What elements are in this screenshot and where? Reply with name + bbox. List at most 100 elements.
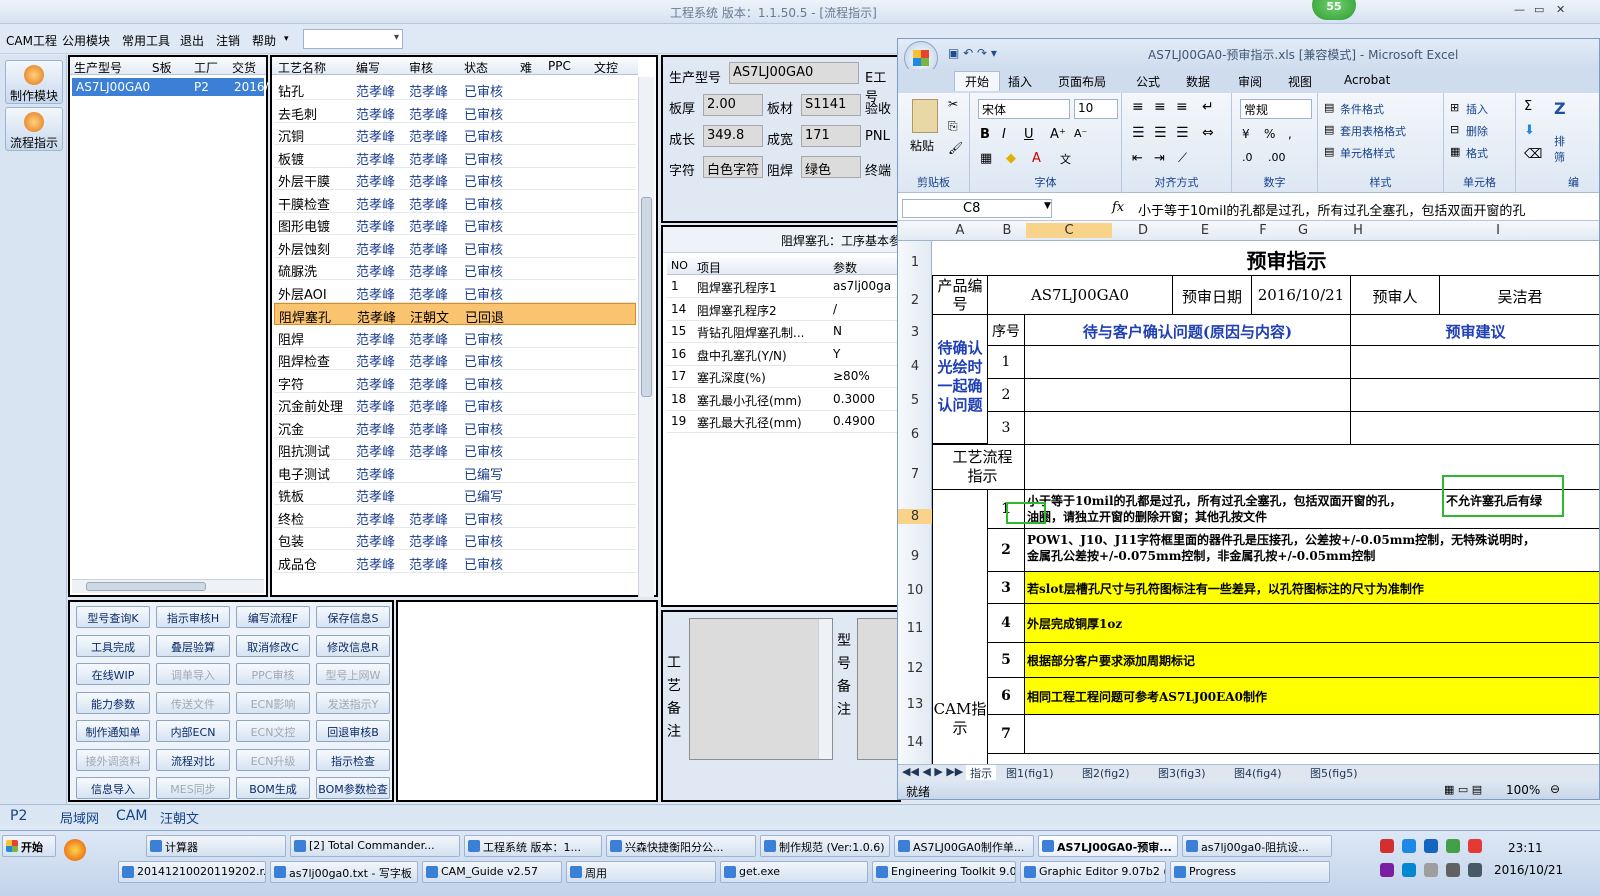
sheet-tab[interactable]: 图3(fig3) — [1158, 765, 1206, 781]
column-header[interactable]: B — [988, 223, 1026, 238]
taskbar-button[interactable]: 兴森快捷衡阳分公... — [606, 835, 756, 857]
table-row[interactable]: 15 背钻孔阻焊塞孔制... N — [667, 321, 899, 343]
action-button[interactable]: 指示审核H — [156, 606, 230, 628]
col-factory[interactable]: 工厂 — [194, 59, 218, 76]
col-process-name[interactable]: 工艺名称 — [278, 59, 326, 76]
tab-p2[interactable]: P2 — [10, 808, 27, 824]
tab-4[interactable]: 数据 — [1186, 73, 1210, 90]
model-hscrollbar[interactable] — [72, 579, 264, 593]
action-button[interactable]: BOM生成 — [236, 777, 310, 799]
table-row[interactable]: 沉铜 范孝峰 范孝峰 已审核 — [274, 123, 636, 145]
underline-icon[interactable]: U — [1024, 127, 1034, 142]
action-button[interactable]: MES同步 — [156, 777, 230, 799]
char-field[interactable]: 白色字符 — [703, 156, 763, 178]
grow-font-icon[interactable]: A⁺ — [1050, 127, 1066, 142]
table-row[interactable]: 包装 范孝峰 范孝峰 已审核 — [274, 528, 636, 550]
cell-styles-button[interactable]: 单元格样式 — [1340, 145, 1395, 161]
tab-cam[interactable]: CAM — [116, 808, 147, 824]
table-row[interactable]: 阻焊检查 范孝峰 范孝峰 已审核 — [274, 348, 636, 370]
font-color-icon[interactable]: A — [1032, 151, 1041, 166]
filter-label[interactable]: 筛 — [1554, 149, 1565, 165]
taskbar-button[interactable]: AS7LJ00GA0制作单... — [894, 835, 1034, 857]
col-model[interactable]: 生产型号 — [74, 59, 122, 76]
cam-instruction-cell[interactable]: 外层完成铜厚1oz — [1024, 603, 1599, 643]
row-header[interactable]: 10 — [898, 583, 932, 598]
taskbar-button[interactable]: as7lj00ga0-阻抗设... — [1182, 835, 1332, 857]
action-button[interactable]: 流程对比 — [156, 748, 230, 771]
table-row[interactable]: 17 塞孔深度(%) ≥80% — [667, 366, 899, 388]
autosum-icon[interactable]: Σ — [1524, 99, 1532, 114]
hscroll-thumb[interactable] — [86, 582, 206, 591]
col-no[interactable]: NO — [671, 259, 688, 272]
action-button[interactable]: 保存信息S — [316, 606, 390, 628]
table-row[interactable]: 沉金 范孝峰 范孝峰 已审核 — [274, 416, 636, 438]
row-header[interactable]: 1 — [898, 255, 932, 270]
column-header[interactable]: H — [1318, 223, 1398, 238]
taskbar-button[interactable]: get.exe — [720, 861, 868, 883]
col-author[interactable]: 编写 — [356, 59, 380, 76]
action-button[interactable]: 调单导入 — [156, 663, 230, 685]
suggest-cell-3[interactable] — [1350, 411, 1599, 445]
col-sboard[interactable]: S板 — [152, 59, 172, 76]
sort-filter-icon[interactable]: Z — [1554, 99, 1566, 118]
row-header[interactable]: 12 — [898, 661, 932, 676]
sheet-tab[interactable]: 图1(fig1) — [1006, 765, 1054, 781]
view-buttons-icon[interactable]: ▦ ▭ ▤ — [1444, 783, 1482, 796]
table-row[interactable]: 终检 范孝峰 范孝峰 已审核 — [274, 506, 636, 528]
table-row[interactable]: 图形电镀 范孝峰 范孝峰 已审核 — [274, 213, 636, 235]
tray-shield-icon[interactable] — [1446, 839, 1460, 853]
col-difficulty[interactable]: 难 — [520, 59, 532, 76]
width-field[interactable]: 171 — [801, 125, 861, 147]
copy-icon[interactable]: ⎘ — [948, 119, 958, 134]
action-button[interactable]: ECN升级 — [236, 748, 310, 771]
row-header[interactable]: 5 — [898, 393, 932, 408]
zoom-level[interactable]: 100% — [1506, 783, 1540, 797]
table-row[interactable]: 铣板 范孝峰 已编写 — [274, 483, 636, 505]
table-format-button[interactable]: 套用表格格式 — [1340, 123, 1406, 139]
action-button[interactable]: 指示检查 — [316, 748, 390, 771]
action-button[interactable]: 修改信息R — [316, 634, 390, 657]
column-header[interactable]: A — [932, 223, 988, 238]
table-row[interactable]: 干膜检查 范孝峰 范孝峰 已审核 — [274, 191, 636, 213]
taskbar-button[interactable]: 计算器 — [146, 835, 286, 857]
action-button[interactable]: 编写流程F — [236, 606, 310, 628]
table-row[interactable]: 硫脲洗 范孝峰 范孝峰 已审核 — [274, 258, 636, 280]
maximize-button[interactable]: ▭ — [1534, 3, 1544, 16]
close-button[interactable]: ✕ — [1556, 3, 1565, 16]
help-dropdown-icon[interactable]: ▾ — [284, 34, 289, 44]
comma-icon[interactable]: , — [1288, 127, 1292, 141]
percent-icon[interactable]: % — [1264, 127, 1275, 141]
column-header[interactable]: E — [1174, 223, 1236, 238]
table-row[interactable]: 14 阻焊塞孔程序2 / — [667, 299, 899, 321]
tab-1[interactable]: 插入 — [1008, 73, 1032, 90]
issue-cell-2[interactable] — [1024, 378, 1351, 412]
format-cells-button[interactable]: 格式 — [1466, 145, 1488, 161]
cam-instruction-cell[interactable]: 根据部分客户要求添加周期标记 — [1024, 642, 1599, 678]
table-row[interactable]: 去毛刺 范孝峰 范孝峰 已审核 — [274, 101, 636, 123]
action-button[interactable]: 内部ECN — [156, 720, 230, 742]
col-reviewer[interactable]: 审核 — [409, 59, 433, 76]
row-header[interactable]: 4 — [898, 359, 932, 374]
clock-time[interactable]: 23:11 — [1508, 841, 1543, 855]
table-row[interactable]: 外层干膜 范孝峰 范孝峰 已审核 — [274, 168, 636, 190]
tab-0[interactable]: 开始 — [954, 71, 1001, 91]
tray-sync-icon[interactable] — [1468, 839, 1482, 853]
taskbar-button[interactable]: as7lj00ga0.txt - 写字板 — [270, 861, 418, 883]
increase-decimal-icon[interactable]: .0 — [1242, 151, 1253, 164]
fill-color-icon[interactable]: ◆ — [1006, 151, 1016, 166]
name-box-dropdown-icon[interactable]: ▼ — [1044, 201, 1051, 211]
sort-label[interactable]: 排 — [1554, 133, 1565, 149]
table-row[interactable]: 板镀 范孝峰 范孝峰 已审核 — [274, 146, 636, 168]
process-remark-field[interactable] — [689, 618, 833, 760]
tab-3[interactable]: 公式 — [1136, 73, 1160, 90]
row-header[interactable]: 14 — [898, 735, 932, 750]
bold-icon[interactable]: B — [980, 127, 990, 142]
sheet-nav-icon[interactable]: ◀◀ ◀ ▶ ▶▶ — [902, 765, 963, 778]
cam-instruction-cell[interactable] — [1024, 714, 1599, 754]
taskbar-button[interactable]: Engineering Toolkit 9.0... — [872, 861, 1016, 883]
wrap-text-icon[interactable]: ↵ — [1202, 99, 1214, 115]
row-header[interactable]: 8 — [898, 509, 932, 524]
row-header[interactable]: 11 — [898, 621, 932, 636]
format-painter-icon[interactable]: 🖌 — [948, 141, 963, 155]
table-row[interactable]: 16 盘中孔塞孔(Y/N) Y — [667, 344, 899, 366]
